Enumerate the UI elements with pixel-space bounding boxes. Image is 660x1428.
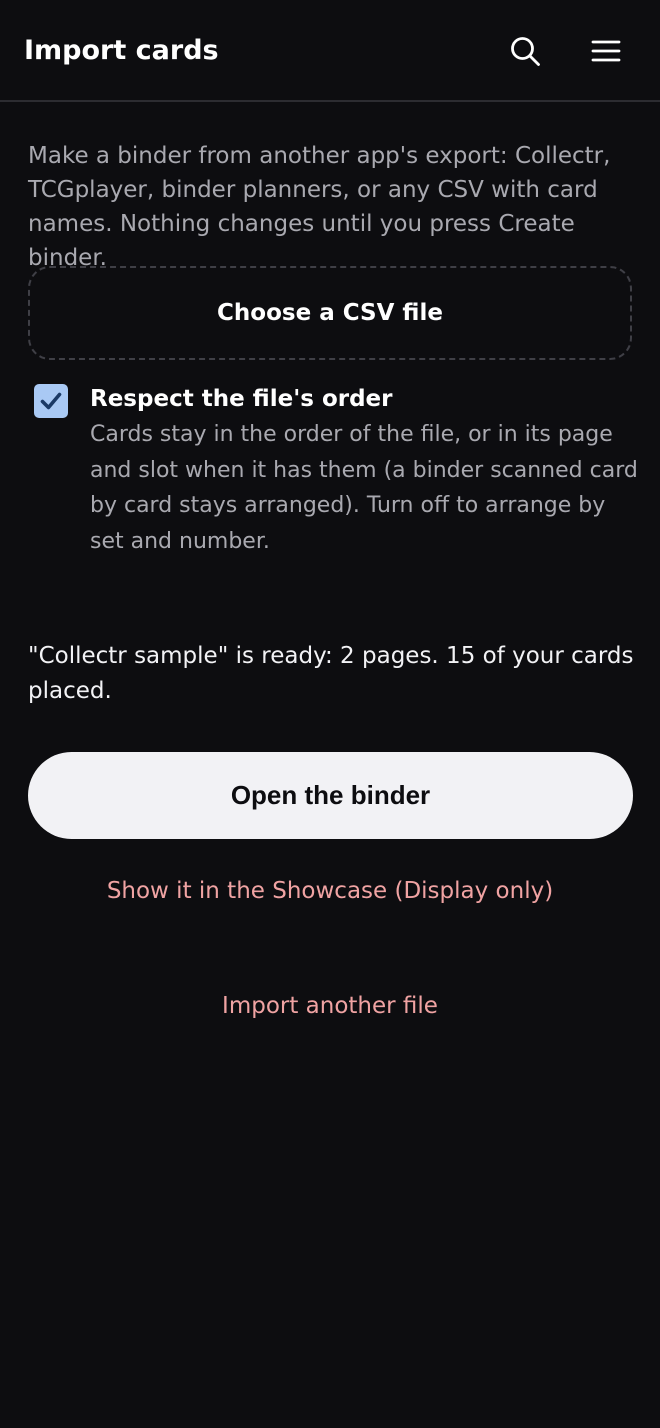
respect-order-checkbox[interactable] (34, 384, 68, 418)
respect-order-description: Cards stay in the order of the file, or … (90, 422, 638, 554)
checkmark-icon (40, 392, 62, 410)
search-button[interactable] (504, 30, 546, 72)
respect-order-label: Respect the file's order (90, 386, 393, 412)
show-in-showcase-link[interactable]: Show it in the Showcase (Display only) (0, 874, 660, 908)
import-another-file-link[interactable]: Import another file (0, 989, 660, 1023)
choose-csv-file-button[interactable]: Choose a CSV file (28, 266, 632, 360)
app-header: Import cards (0, 0, 660, 102)
open-binder-button[interactable]: Open the binder (28, 752, 633, 839)
menu-button[interactable] (585, 30, 627, 72)
intro-text: Make a binder from another app's export:… (28, 143, 611, 271)
choose-csv-file-label: Choose a CSV file (217, 300, 443, 326)
import-cards-screen: Import cards Make a binder from another … (0, 0, 660, 1428)
page-title: Import cards (24, 35, 219, 66)
search-icon (511, 37, 540, 66)
hamburger-menu-icon (591, 40, 621, 62)
import-status-message: "Collectr sample" is ready: 2 pages. 15 … (28, 643, 634, 704)
